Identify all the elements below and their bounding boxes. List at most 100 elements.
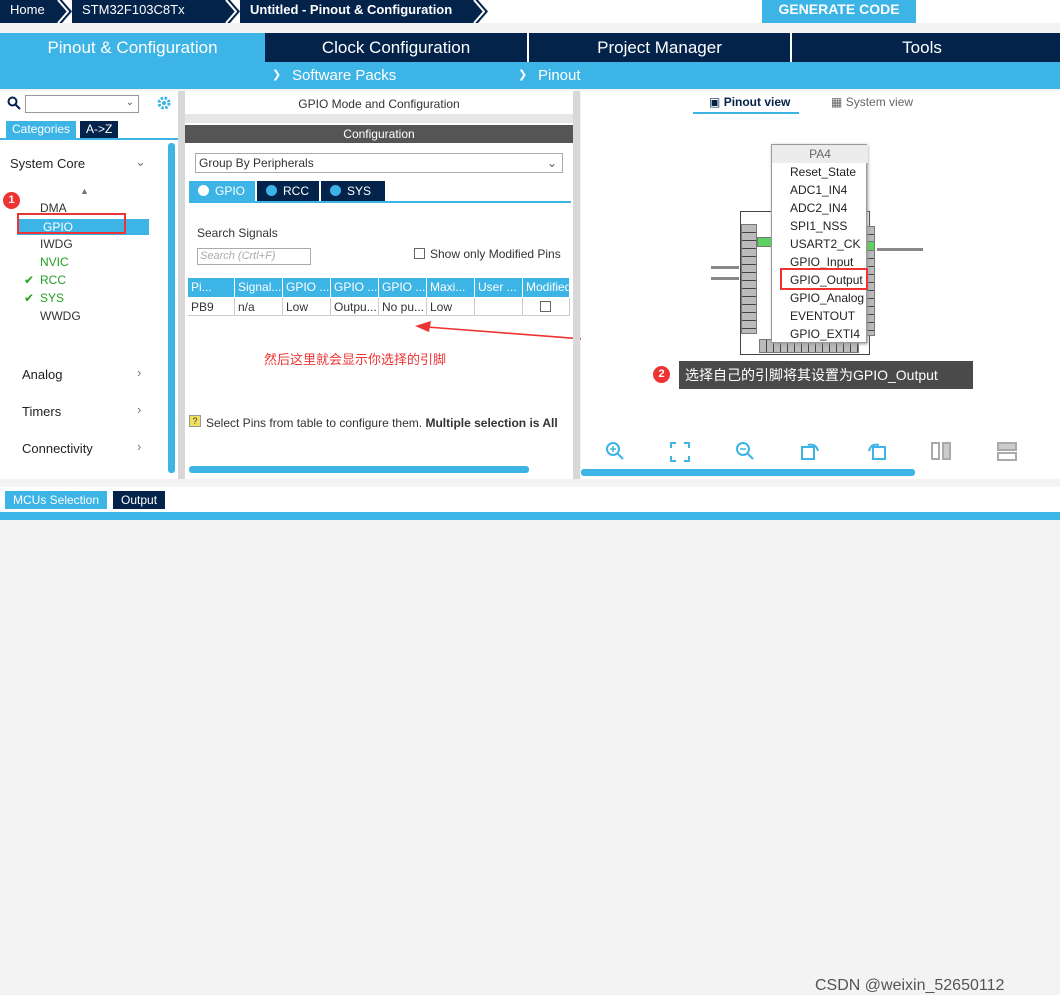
menu-item-eventout[interactable]: EVENTOUT: [772, 307, 868, 325]
column-header-signal[interactable]: Signal...: [235, 278, 283, 297]
group-by-select[interactable]: Group By Peripherals ⌄: [195, 153, 563, 173]
pin-label-line: [877, 248, 923, 251]
check-circle-icon: [330, 185, 341, 196]
chevron-down-icon: ⌄: [135, 154, 146, 169]
breadcrumb-project[interactable]: Untitled - Pinout & Configuration: [240, 0, 470, 23]
list-item-rcc[interactable]: RCC: [40, 273, 66, 287]
table-cell-gpio-mode[interactable]: Outpu...: [331, 298, 379, 316]
configuration-header: Configuration: [185, 125, 573, 143]
list-item-wwdg[interactable]: WWDG: [40, 309, 81, 323]
step-badge-1: 1: [3, 192, 20, 209]
scrollbar-vertical[interactable]: [168, 143, 175, 473]
tab-rcc[interactable]: RCC: [257, 181, 319, 201]
menu-item-gpio-exti4[interactable]: GPIO_EXTI4: [772, 325, 868, 343]
category-label: Timers: [22, 404, 62, 419]
table-cell-modified[interactable]: [523, 298, 570, 316]
column-header-gpio-pull[interactable]: GPIO ...: [379, 278, 427, 297]
breadcrumb: Home STM32F103C8Tx Untitled - Pinout & C…: [0, 0, 1060, 23]
modified-checkbox[interactable]: [540, 301, 551, 312]
tab-tools[interactable]: Tools: [792, 33, 1052, 62]
category-label: Analog: [22, 367, 63, 382]
hint-text: Select Pins from table to configure them…: [206, 416, 570, 430]
breadcrumb-home[interactable]: Home: [0, 0, 54, 23]
column-header-gpio-mode[interactable]: GPIO ...: [331, 278, 379, 297]
show-modified-checkbox[interactable]: [414, 248, 425, 259]
table-cell-max-speed[interactable]: Low: [427, 298, 475, 316]
splitter[interactable]: [178, 91, 185, 479]
hint-text-bold: Multiple selection is All: [425, 416, 558, 430]
list-item-sys[interactable]: SYS: [40, 291, 64, 305]
tab-system-view[interactable]: ▦ System view: [831, 95, 913, 109]
menu-item-spi1-nss[interactable]: SPI1_NSS: [772, 217, 868, 235]
menu-item-gpio-analog[interactable]: GPIO_Analog: [772, 289, 868, 307]
zoom-in-icon[interactable]: [605, 441, 625, 461]
tab-pinout-configuration[interactable]: Pinout & Configuration: [0, 33, 265, 62]
column-header-user-label[interactable]: User ...: [475, 278, 523, 297]
menu-item-adc2-in4[interactable]: ADC2_IN4: [772, 199, 868, 217]
category-analog[interactable]: Analog ›: [22, 365, 152, 382]
splitter[interactable]: [573, 91, 580, 479]
column-header-modified[interactable]: Modified: [523, 278, 570, 297]
tab-a-to-z[interactable]: A->Z: [80, 121, 119, 138]
column-header-pin[interactable]: Pi...: [188, 278, 235, 297]
tab-clock-configuration[interactable]: Clock Configuration: [265, 33, 527, 62]
table-cell-gpio-pull[interactable]: No pu...: [379, 298, 427, 316]
table-cell-user-label[interactable]: [475, 298, 523, 316]
watermark: CSDN @weixin_52650112: [815, 977, 1005, 994]
output-table-header: [0, 512, 1060, 520]
gear-icon[interactable]: [156, 95, 172, 111]
category-connectivity[interactable]: Connectivity ›: [22, 439, 152, 456]
table-cell-signal[interactable]: n/a: [235, 298, 283, 316]
software-packs-menu[interactable]: Software Packs: [292, 62, 396, 89]
scrollbar-horizontal[interactable]: [189, 466, 529, 473]
select-value: Group By Peripherals: [199, 156, 314, 170]
flip-horizontal-icon[interactable]: [996, 441, 1018, 461]
column-header-gpio-level[interactable]: GPIO ...: [283, 278, 331, 297]
scrollbar-horizontal[interactable]: [581, 469, 915, 476]
divider: [0, 138, 178, 140]
column-header-max-speed[interactable]: Maxi...: [427, 278, 475, 297]
category-system-core[interactable]: System Core ⌄: [10, 154, 160, 171]
chevron-right-icon: ›: [137, 365, 142, 380]
tab-output[interactable]: Output: [113, 491, 166, 509]
tab-mcus-selection[interactable]: MCUs Selection: [5, 491, 108, 509]
tab-project-manager[interactable]: Project Manager: [529, 33, 790, 62]
chevron-right-icon: [218, 0, 240, 23]
callout-box: [780, 268, 868, 290]
pin-context-menu: PA4 Reset_State ADC1_IN4 ADC2_IN4 SPI1_N…: [771, 144, 868, 343]
breadcrumb-mcu[interactable]: STM32F103C8Tx: [72, 0, 222, 23]
chevron-down-icon: ⌄: [546, 156, 557, 170]
list-item-nvic[interactable]: NVIC: [40, 255, 69, 269]
menu-item-usart2-ck[interactable]: USART2_CK: [772, 235, 868, 253]
menu-item-reset-state[interactable]: Reset_State: [772, 163, 868, 181]
pinout-menu[interactable]: Pinout: [538, 62, 581, 89]
tab-label: RCC: [283, 184, 309, 198]
generate-code-button[interactable]: GENERATE CODE: [762, 0, 916, 23]
table-cell-pin[interactable]: PB9: [188, 298, 235, 316]
tab-pinout-view[interactable]: ▣ Pinout view: [709, 95, 790, 109]
pin-row-left[interactable]: [741, 224, 757, 334]
search-input[interactable]: ⌄: [25, 95, 139, 113]
rotate-left-icon[interactable]: [865, 441, 887, 461]
tab-categories[interactable]: Categories: [6, 121, 77, 138]
category-timers[interactable]: Timers ›: [22, 402, 152, 419]
tab-gpio[interactable]: GPIO: [189, 181, 255, 201]
table-cell-gpio-level[interactable]: Low: [283, 298, 331, 316]
hint-text-normal: Select Pins from table to configure them…: [206, 416, 423, 430]
tab-label: SYS: [347, 184, 372, 198]
rotate-right-icon[interactable]: [800, 441, 822, 461]
categories-panel: ⌄ Categories A->Z System Core ⌄ ▲ DMA GPI…: [0, 91, 178, 479]
tab-sys[interactable]: SYS: [321, 181, 385, 201]
search-signals-input[interactable]: Search (Crtl+F): [197, 248, 311, 265]
menu-item-adc1-in4[interactable]: ADC1_IN4: [772, 181, 868, 199]
annotation-text: 然后这里就会显示你选择的引脚: [264, 352, 447, 367]
show-modified-label: Show only Modified Pins: [430, 247, 561, 261]
panel-title: GPIO Mode and Configuration: [185, 95, 573, 113]
instruction-tooltip: 选择自己的引脚将其设置为GPIO_Output: [679, 361, 973, 389]
chevron-right-icon: [50, 0, 72, 23]
zoom-out-icon[interactable]: [735, 441, 755, 461]
fit-screen-icon[interactable]: [670, 442, 690, 462]
category-label: System Core: [10, 156, 86, 171]
list-item-iwdg[interactable]: IWDG: [40, 237, 73, 251]
flip-vertical-icon[interactable]: [930, 441, 952, 461]
